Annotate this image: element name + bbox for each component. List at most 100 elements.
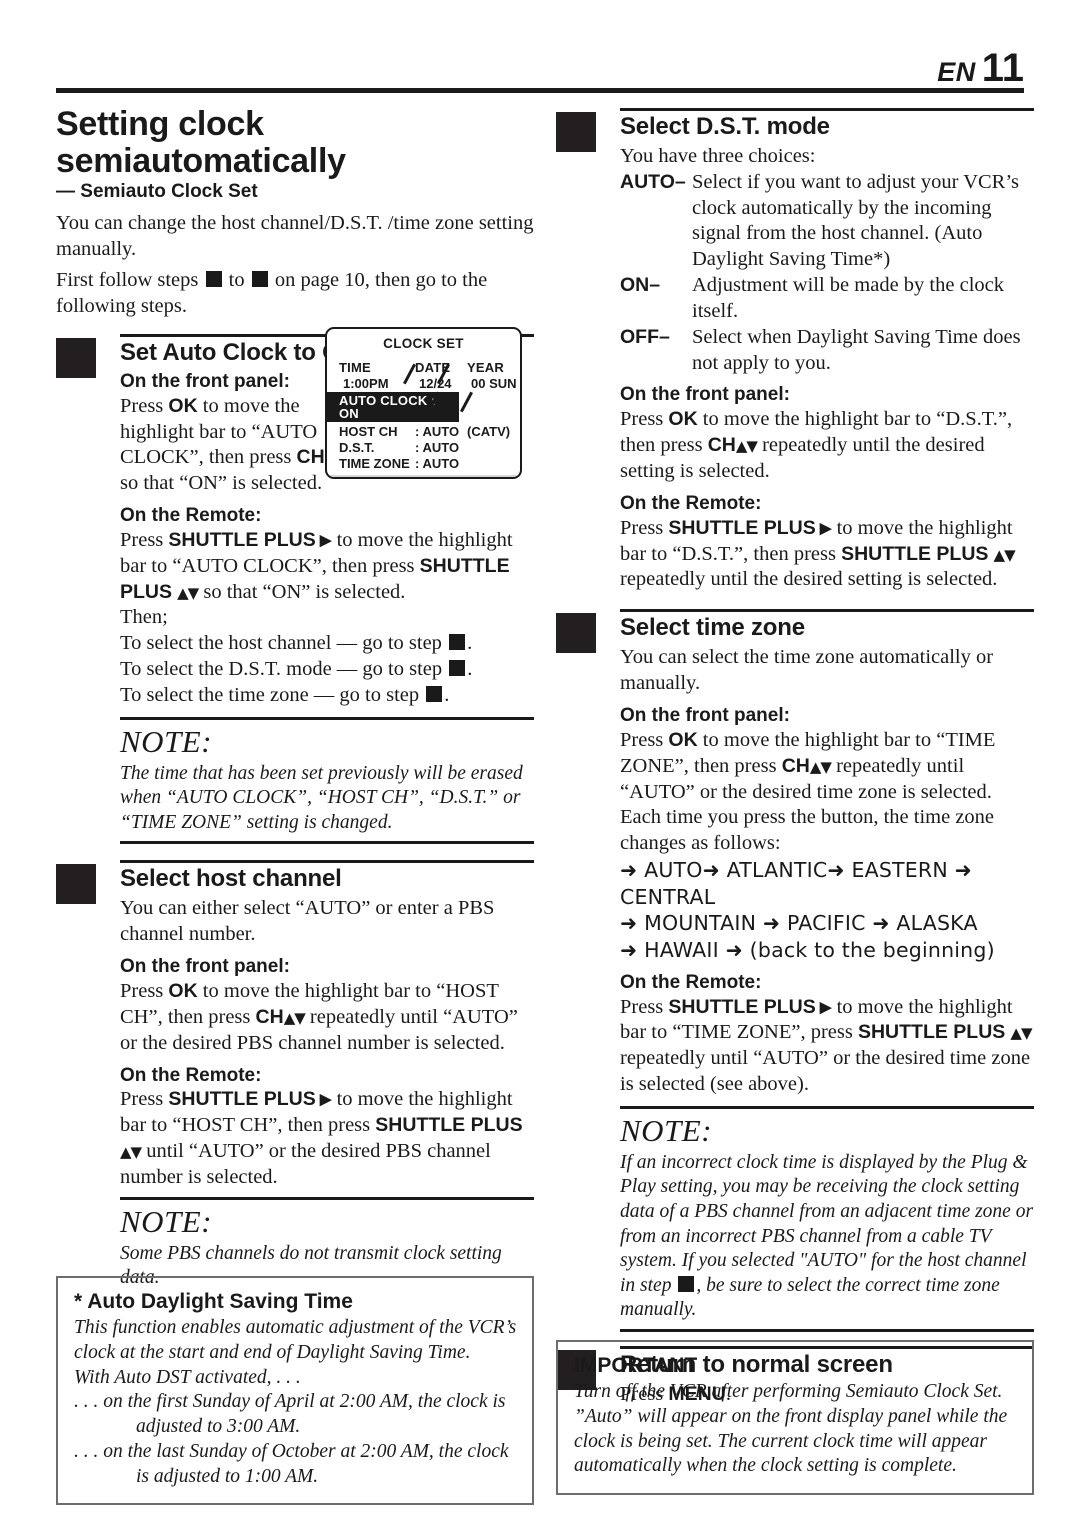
ch-button-ref: CH <box>707 434 736 457</box>
osd-value-day: SUN <box>489 375 517 391</box>
auto-dst-line-2: With Auto DST activated, . . . <box>74 1366 301 1388</box>
text-fragment: Press <box>120 394 169 417</box>
osd-highlight-auto-clock[interactable]: AUTO CLOCK : ON <box>327 392 459 422</box>
step-select-time-zone: Select time zone You can select the time… <box>556 609 1034 1098</box>
note-title: NOTE: <box>120 723 213 759</box>
note-divider-bottom <box>120 841 534 845</box>
intro-paragraph-1: You can change the host channel/D.S.T. /… <box>56 212 534 261</box>
note-divider-top <box>620 1105 1034 1109</box>
text-fragment: Press <box>620 408 669 431</box>
up-down-arrow-icon: ▲▼ <box>809 757 832 776</box>
intro-paragraph-2: First follow steps to on page 10, then g… <box>56 268 534 320</box>
page-title: Setting clock semiautomatically <box>56 105 346 180</box>
shuttle-plus-ref: SHUTTLE PLUS <box>375 1114 523 1137</box>
remote-label: On the Remote: <box>120 1064 262 1086</box>
text-fragment: repeatedly until the desired setting is … <box>620 568 998 591</box>
osd-value-year: 00 <box>471 375 486 391</box>
ok-button-ref: OK <box>668 408 698 431</box>
up-down-arrow-icon: ▲▼ <box>283 1008 306 1027</box>
step-square-icon <box>678 1275 695 1292</box>
step-square-icon <box>449 660 466 677</box>
step-divider <box>120 860 534 864</box>
time-zone-sequence-line-3: ➜ HAWAII ➜ (back to the beginning) <box>620 937 995 962</box>
osd-column-headers: TIME DATE YEAR <box>327 359 520 375</box>
note-divider-bottom <box>620 1328 1034 1332</box>
ch-button-ref: CH <box>255 1005 284 1028</box>
text-fragment: , be sure to select the correct time zon… <box>620 1274 1000 1321</box>
text-fragment: until “AUTO” or the desired PBS channel … <box>120 1140 491 1188</box>
note-title: NOTE: <box>120 1203 213 1239</box>
step-title-select-time-zone: Select time zone <box>620 614 805 642</box>
step-title-select-host-channel: Select host channel <box>120 865 342 893</box>
text-fragment: so that “ON” is selected. <box>120 472 323 495</box>
osd-header-time: TIME <box>339 359 371 375</box>
goto-host-channel: To select the host channel — go to step … <box>120 631 534 657</box>
step-select-host-channel: Select host channel You can either selec… <box>56 860 534 1190</box>
osd-row-dst[interactable]: D.S.T. : AUTO <box>327 439 520 455</box>
front-panel-label: On the front panel: <box>120 956 290 978</box>
dst-choice-on: ON– Adjustment will be made by the clock … <box>620 273 1034 325</box>
step-number-marker-icon <box>56 337 96 378</box>
right-arrow-icon: ▶ <box>815 998 832 1016</box>
step-square-icon <box>449 634 466 651</box>
front-panel-label: On the front panel: <box>620 704 790 726</box>
dst-choice-key: ON– <box>620 274 661 297</box>
dst-choice-auto: AUTO– Select if you want to adjust your V… <box>620 170 1034 273</box>
dst-choice-off: OFF– Select when Daylight Saving Time doe… <box>620 325 1034 377</box>
osd-header-year: YEAR <box>467 359 504 375</box>
auto-dst-line-3: . . . on the first Sunday of April at 2:… <box>74 1391 506 1437</box>
time-zone-sequence-line-2: ➜ MOUNTAIN ➜ PACIFIC ➜ ALASKA <box>620 911 978 936</box>
text-fragment: Press <box>620 728 669 751</box>
text-fragment: . <box>444 683 450 706</box>
ch-button-ref: CH <box>296 446 325 469</box>
up-down-arrow-icon: ▲▼ <box>120 1143 142 1162</box>
step-square-icon <box>205 271 222 288</box>
shuttle-plus-ref: SHUTTLE PLUS <box>168 528 316 551</box>
page-number: 11 <box>981 46 1024 90</box>
step-body-set-auto-clock: On the front panel: Press OK to move the… <box>120 370 360 497</box>
osd-label-dst: D.S.T. <box>339 439 375 455</box>
page-subtitle: — Semiauto Clock Set <box>56 181 258 203</box>
text-fragment: . <box>467 658 473 681</box>
remote-instructions: Press SHUTTLE PLUS ▶ to move the highlig… <box>120 1087 534 1190</box>
note-divider-top <box>120 1196 534 1200</box>
front-panel-label: On the front panel: <box>620 384 790 406</box>
step-body-select-dst-mode: You have three choices: AUTO– Select if y… <box>620 144 1034 593</box>
step-body-set-auto-clock-remote: On the Remote: Press SHUTTLE PLUS ▶ to m… <box>120 504 534 709</box>
note-auto-clock: NOTE: The time that has been set previou… <box>120 716 534 845</box>
auto-dst-line-1: This function enables automatic adjustme… <box>74 1317 517 1363</box>
remote-label: On the Remote: <box>620 971 762 993</box>
note-body: The time that has been set previously wi… <box>120 762 523 833</box>
osd-label-host-ch: HOST CH <box>339 423 398 439</box>
osd-value-dst: : AUTO <box>415 439 460 455</box>
time-zone-sequence-line-1: ➜ AUTO➜ ATLANTIC➜ EASTERN ➜ CENTRAL <box>620 858 972 909</box>
auto-dst-box-title: * Auto Daylight Saving Time <box>74 1290 353 1313</box>
header-en-label: EN <box>937 57 976 87</box>
text-fragment: Press <box>120 980 169 1003</box>
osd-row-time-zone[interactable]: TIME ZONE: AUTO <box>327 455 520 471</box>
step-square-icon <box>426 685 443 702</box>
right-arrow-icon: ▶ <box>315 531 332 549</box>
osd-row-host-ch[interactable]: HOST CH: AUTO (CATV) <box>327 423 520 439</box>
front-panel-label: On the front panel: <box>120 370 290 392</box>
ok-button-ref: OK <box>668 728 698 751</box>
step-number-marker-icon <box>556 112 596 152</box>
goto-time-zone: To select the time zone — go to step . <box>120 683 534 709</box>
note-title: NOTE: <box>620 1112 713 1148</box>
shuttle-plus-ref: SHUTTLE PLUS <box>857 1021 1006 1044</box>
step-number-marker-icon <box>56 864 96 905</box>
shuttle-plus-ref: SHUTTLE PLUS <box>668 995 816 1018</box>
text-fragment: Press <box>620 995 669 1018</box>
osd-rows: TIME DATE YEAR 1:00PM 12/24 00 SUN AUTO CLOC… <box>327 359 520 477</box>
then-label: Then; <box>120 606 168 629</box>
remote-label: On the Remote: <box>620 492 762 514</box>
clock-set-osd-panel: CLOCK SET TIME DATE YEAR 1:00PM 12/24 00 SUN… <box>325 327 522 479</box>
osd-values-row: 1:00PM 12/24 00 SUN <box>327 375 520 391</box>
auto-dst-box: * Auto Daylight Saving Time This functio… <box>56 1276 534 1506</box>
remote-instructions: Press SHUTTLE PLUS ▶ to move the highlig… <box>120 528 534 605</box>
important-box: IMPORTANT Turn off the VCR after perform… <box>556 1340 1034 1495</box>
up-down-arrow-icon: ▲▼ <box>993 545 1016 564</box>
shuttle-plus-ref: SHUTTLE PLUS <box>668 516 816 539</box>
text-fragment: To select the host channel — go to step <box>120 632 442 655</box>
remote-instructions: Press SHUTTLE PLUS ▶ to move the highlig… <box>620 516 1034 593</box>
